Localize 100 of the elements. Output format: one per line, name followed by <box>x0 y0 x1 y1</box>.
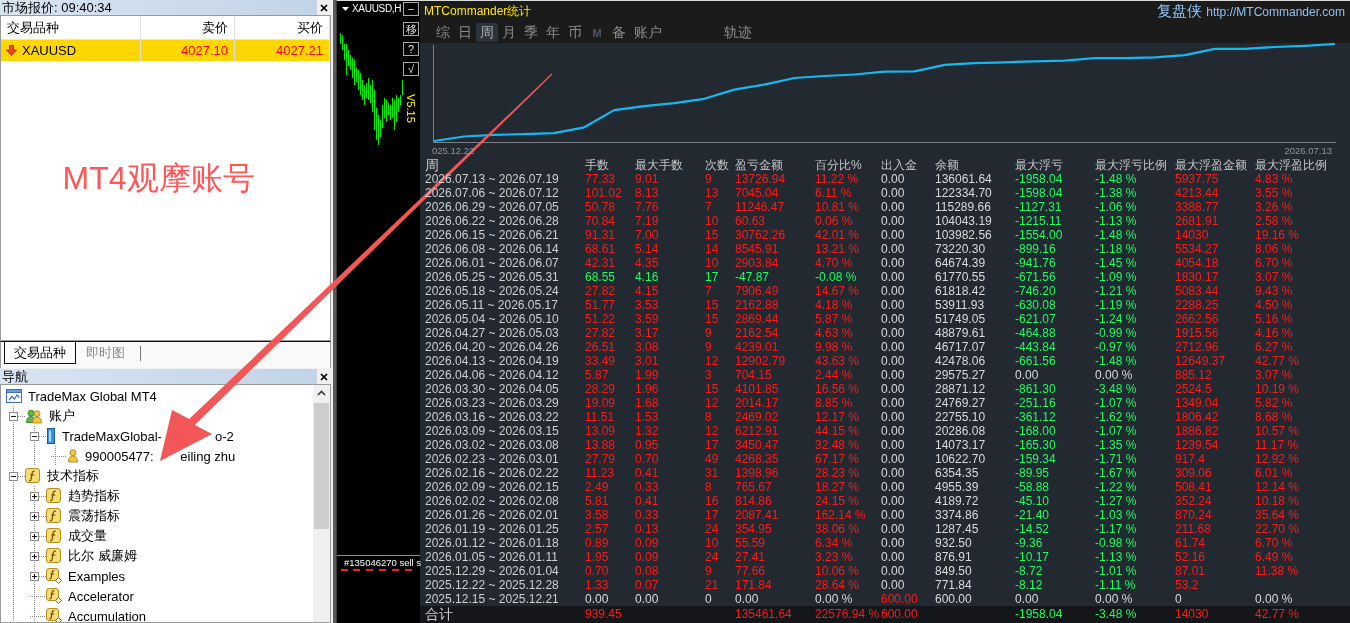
table-cell-text: 22755.10 <box>935 410 987 424</box>
trace-button[interactable]: 轨迹 <box>720 23 756 42</box>
table-cell-text: 771.84 <box>935 578 973 592</box>
tree-item[interactable]: TradeMaxGlobal- o-2 <box>22 426 313 446</box>
table-cell-text: -159.34 <box>1015 452 1057 466</box>
tree-item[interactable]: 比尔 威廉姆 <box>22 546 313 566</box>
table-cell-text: -3.48 % <box>1095 382 1138 396</box>
table-cell-text: 7.76 <box>635 200 660 214</box>
period-tab[interactable]: 月 <box>498 23 520 42</box>
table-cell-text: -1.19 % <box>1095 298 1138 312</box>
table-cell-text: -10.17 <box>1015 550 1051 564</box>
table-cell-text: -168.00 <box>1015 424 1057 438</box>
trade-marker <box>341 569 348 571</box>
table-cell-text: 4189.72 <box>935 494 980 508</box>
chart-tool-button[interactable]: ? <box>403 42 419 56</box>
table-cell-text: 14 <box>705 242 720 256</box>
tree-item[interactable]: 趋势指标 <box>22 486 313 506</box>
table-cell-text: 3.59 <box>635 312 660 326</box>
table-cell-text: -1.62 % <box>1095 410 1138 424</box>
table-cell-text: 0.00 <box>881 438 906 452</box>
table-cell-text: -1554.00 <box>1015 228 1064 242</box>
table-cell-text: 104043.19 <box>935 214 993 228</box>
tree-item[interactable]: Examples <box>22 566 313 586</box>
table-cell-text: 1398.96 <box>735 466 780 480</box>
expand-icon[interactable] <box>30 531 39 541</box>
chart-tool-button[interactable]: − <box>403 2 419 16</box>
period-tab[interactable]: 备 <box>608 23 630 42</box>
website-link[interactable]: http://MTCommander.com <box>1206 5 1345 19</box>
quote-row[interactable]: XAUUSD 4027.10 4027.21 <box>1 40 330 61</box>
chart-tool-button[interactable]: √ <box>403 62 419 76</box>
bid-price: 4027.10 <box>141 40 235 61</box>
table-cell-text: 7 <box>705 284 713 298</box>
tree-item[interactable]: TradeMax Global MT4 <box>1 386 313 406</box>
table-cell-text: 10 <box>705 536 720 550</box>
table-cell-text: -58.88 <box>1015 480 1051 494</box>
column-header[interactable]: 交易品种 <box>1 16 141 39</box>
period-tab[interactable]: 季 <box>520 23 542 42</box>
table-cell-text: 61.74 <box>1175 536 1207 550</box>
table-cell-text: 16.56 % <box>815 382 861 396</box>
table-cell-text: -21.40 <box>1015 508 1051 522</box>
expand-icon[interactable] <box>30 511 39 521</box>
tree-item[interactable]: Accumulation <box>22 606 313 622</box>
table-cell-text: 508.41 <box>1175 480 1213 494</box>
table-cell-text: 11.23 <box>585 466 616 480</box>
table-cell-text: 91.31 <box>585 228 617 242</box>
period-tab[interactable]: 币 <box>564 23 586 42</box>
period-tab[interactable]: 日 <box>454 23 476 42</box>
table-cell-text: -1.21 % <box>1095 284 1138 298</box>
tree-item[interactable]: 账户 <box>1 406 313 426</box>
collapse-icon[interactable] <box>30 431 39 441</box>
table-cell: 2025.12.29 ~ 2026.01.04 <box>425 564 559 578</box>
column-header[interactable]: 买价 <box>235 16 330 39</box>
scrollbar-thumb[interactable] <box>314 403 329 529</box>
table-cell-text: 4.15 <box>635 284 660 298</box>
table-cell-text: 0.00 <box>881 270 906 284</box>
tree-item[interactable]: 成交量 <box>22 526 313 546</box>
scrollbar[interactable] <box>313 385 330 622</box>
table-cell-text: 15 <box>705 298 720 312</box>
function-icon <box>46 548 62 564</box>
table-cell-text: -861.30 <box>1015 382 1057 396</box>
table-cell-text: -1.48 % <box>1095 172 1138 186</box>
table-cell-text: 4054.18 <box>1175 256 1220 270</box>
column-header: 最大浮盈金额 <box>1175 158 1248 172</box>
table-cell-text: 0.41 <box>635 494 660 508</box>
tree-item[interactable]: 震荡指标 <box>22 506 313 526</box>
table-cell-text: 600.00 <box>881 592 919 606</box>
table-cell-text: -1.71 % <box>1095 452 1138 466</box>
column-header: 最大浮亏 <box>1015 158 1064 172</box>
chevron-up-icon <box>317 390 326 396</box>
period-tab[interactable]: 综 <box>432 23 454 42</box>
table-cell: 2026.02.02 ~ 2026.02.08 <box>425 494 559 508</box>
expand-icon[interactable] <box>30 551 39 561</box>
table-cell-text: 2087.41 <box>735 508 780 522</box>
expand-icon[interactable] <box>30 491 39 501</box>
tree-item[interactable]: 技术指标 <box>1 466 313 486</box>
table-cell-text: 885.12 <box>1175 368 1213 382</box>
panel-tab[interactable]: 交易品种 <box>4 342 76 364</box>
tree-item[interactable]: 990005477: eiling zhu <box>43 446 313 466</box>
period-tab[interactable]: 周 <box>476 23 498 42</box>
table-cell-text: -1.11 % <box>1095 578 1137 592</box>
table-cell-text: 0.00 <box>881 494 906 508</box>
table-cell-text: 9.98 % <box>815 340 854 354</box>
chart-tool-button[interactable]: 移 <box>403 22 419 36</box>
collapse-icon[interactable] <box>9 411 18 421</box>
trade-marker <box>405 569 412 571</box>
period-tab[interactable]: 账户 <box>630 23 666 42</box>
table-cell-text: 0.00 <box>1015 368 1040 382</box>
table-cell: 2026.03.23 ~ 2026.03.29 <box>425 396 559 410</box>
table-cell-text: 1.96 <box>635 382 660 396</box>
period-tab[interactable]: 年 <box>542 23 564 42</box>
table-cell: 2026.05.04 ~ 2026.05.10 <box>425 312 559 326</box>
collapse-icon[interactable] <box>9 471 18 481</box>
column-header[interactable]: 卖价 <box>141 16 235 39</box>
table-cell-text: 354.95 <box>735 522 773 536</box>
table-cell-text: 33.49 <box>585 354 617 368</box>
table-cell-text: 0.00 <box>881 480 906 494</box>
table-cell-text: -1.48 % <box>1095 354 1138 368</box>
expand-icon[interactable] <box>30 571 39 581</box>
table-cell-text: 42.31 <box>585 256 617 270</box>
tree-item[interactable]: Accelerator <box>22 586 313 606</box>
